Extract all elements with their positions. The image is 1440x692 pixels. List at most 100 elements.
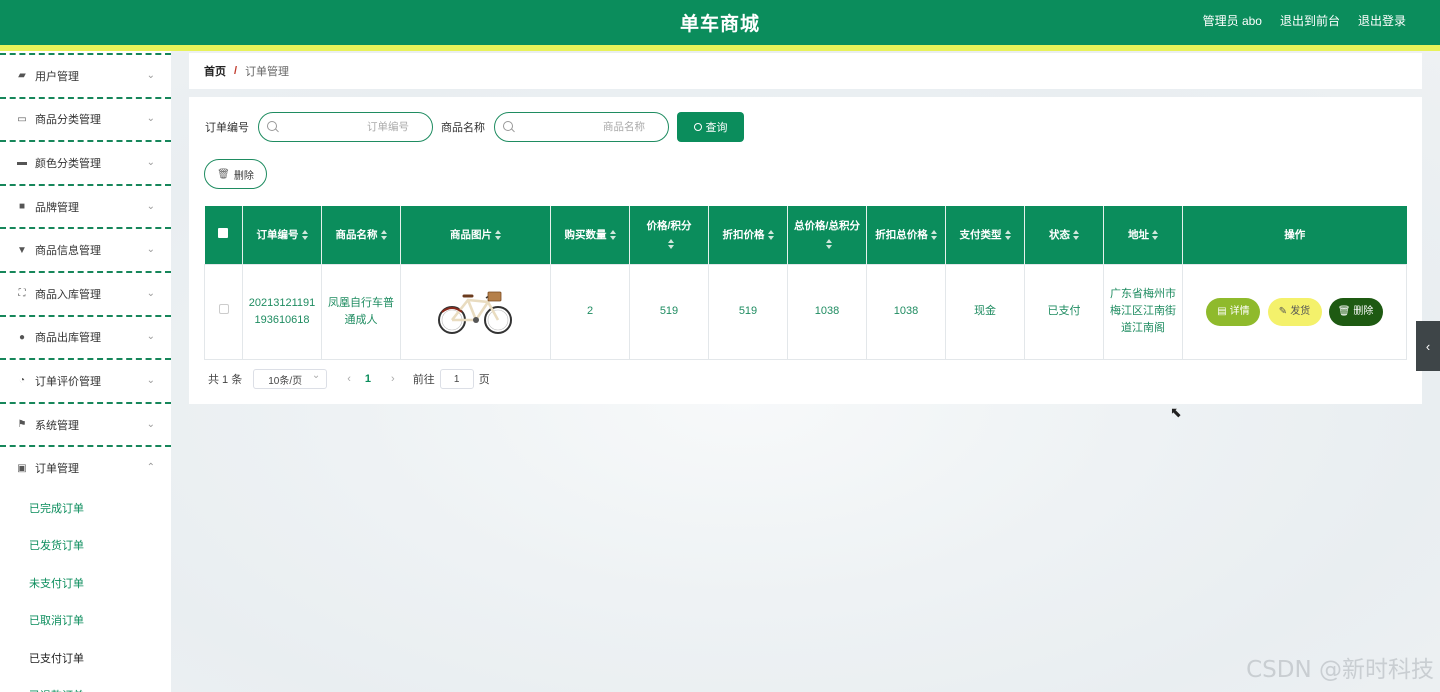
logout-link[interactable]: 退出登录	[1358, 12, 1406, 29]
row-checkbox[interactable]	[218, 304, 229, 314]
breadcrumb-current: 订单管理	[245, 66, 290, 78]
row-delete-button[interactable]: 🗑 删除	[1328, 297, 1383, 326]
next-page-icon[interactable]: ›	[391, 373, 395, 385]
sort-icon[interactable]	[495, 229, 501, 240]
col-discount-total[interactable]: 折扣总价格	[866, 206, 946, 264]
product-name-input[interactable]	[495, 121, 668, 133]
col-pay-type[interactable]: 支付类型	[945, 206, 1025, 264]
sidebar-item-product-info[interactable]: ▼ 商品信息管理 ⌄	[0, 227, 171, 271]
col-address[interactable]: 地址	[1103, 206, 1183, 264]
mouse-cursor-icon: ⬉	[1170, 404, 1182, 420]
sort-icon[interactable]	[609, 229, 616, 240]
sidebar-item-label: 商品分类管理	[35, 114, 101, 127]
sort-icon[interactable]	[930, 229, 937, 240]
edit-icon: ✎	[1278, 306, 1288, 317]
trash-icon: 🗑	[217, 168, 230, 180]
sidebar-item-label: 订单管理	[35, 463, 79, 476]
query-button[interactable]: 查询	[677, 112, 744, 142]
batch-delete-label: 删除	[233, 170, 254, 182]
admin-user-label: 管理员 abo	[1202, 14, 1262, 28]
chevron-up-icon: ⌃	[146, 462, 155, 474]
cell-quantity: 2	[550, 263, 630, 360]
pushpin-icon: ▼	[17, 244, 27, 256]
sort-icon[interactable]	[380, 229, 387, 240]
search-icon	[267, 121, 277, 131]
fullscreen-icon: ⛶	[18, 288, 26, 300]
sidebar-item-users[interactable]: ▰ 用户管理 ⌄	[0, 53, 171, 97]
batch-delete-button[interactable]: 🗑 删除	[204, 159, 267, 189]
sidebar-item-stock-out[interactable]: ● 商品出库管理 ⌄	[0, 314, 171, 359]
chevron-left-icon: ‹	[1425, 338, 1431, 354]
col-discount-price[interactable]: 折扣价格	[708, 206, 788, 264]
total-count: 共 1 条	[208, 374, 243, 386]
page-size-select[interactable]: 10条/页	[253, 369, 328, 389]
cell-actions: ▤ 详情 ✎ 发货 🗑 删除	[1182, 263, 1407, 360]
col-order-no[interactable]: 订单编号	[242, 206, 322, 264]
sidebar-sub-completed[interactable]: 已完成订单	[0, 489, 171, 527]
sidebar-item-label: 系统管理	[35, 419, 79, 432]
col-quantity[interactable]: 购买数量	[550, 206, 630, 264]
sidebar-sub-refunded[interactable]: 已退款订单	[0, 676, 171, 692]
detail-button[interactable]: ▤ 详情	[1206, 297, 1261, 326]
cell-product-image	[400, 263, 551, 360]
goto-page-input[interactable]: 1	[439, 369, 474, 389]
sidebar-item-system[interactable]: ⚑ 系统管理 ⌄	[0, 401, 171, 446]
sidebar-item-label: 商品信息管理	[35, 245, 101, 258]
col-product-image[interactable]: 商品图片	[400, 206, 551, 264]
cell-total: 1038	[787, 263, 867, 360]
sidebar-item-label: 订单评价管理	[35, 375, 101, 388]
select-all-checkbox[interactable]	[218, 227, 229, 238]
sort-icon[interactable]	[825, 238, 832, 249]
sort-icon[interactable]	[301, 229, 308, 240]
order-no-input[interactable]	[259, 121, 432, 133]
table-header-row: 订单编号 商品名称 商品图片 购买数量 价格/积分 折扣价格 总价格/总积分 折…	[204, 206, 1407, 264]
sidebar-item-color[interactable]: ▬ 颜色分类管理 ⌄	[0, 140, 171, 184]
sidebar-item-label: 颜色分类管理	[35, 157, 101, 170]
cell-discount-price: 519	[708, 263, 788, 360]
cell-product-name: 凤凰自行车普通成人	[321, 263, 401, 360]
ship-button[interactable]: ✎ 发货	[1267, 297, 1322, 326]
chevron-down-icon: ⌄	[146, 331, 155, 343]
col-total[interactable]: 总价格/总积分	[787, 206, 867, 264]
col-price[interactable]: 价格/积分	[629, 206, 709, 264]
col-status[interactable]: 状态	[1024, 206, 1104, 264]
page-unit-label: 页	[478, 374, 490, 386]
breadcrumb-home[interactable]: 首页	[204, 63, 226, 79]
sidebar-item-brand[interactable]: ■ 品牌管理 ⌄	[0, 183, 171, 228]
sidebar-sub-cancelled[interactable]: 已取消订单	[0, 601, 171, 639]
sidebar-item-stock-in[interactable]: ⛶ 商品入库管理 ⌄	[0, 270, 171, 315]
sidebar-sub-paid[interactable]: 已支付订单	[0, 639, 171, 677]
col-product-name[interactable]: 商品名称	[321, 206, 401, 264]
product-name-label: 商品名称	[441, 122, 485, 134]
document-icon: ▤	[1217, 306, 1227, 317]
col-actions: 操作	[1182, 206, 1407, 264]
query-button-label: 查询	[705, 122, 728, 134]
search-row: 订单编号 商品名称 查询	[205, 112, 744, 142]
prev-page-icon[interactable]: ‹	[347, 373, 351, 385]
sidebar-item-category[interactable]: ▭ 商品分类管理 ⌄	[0, 96, 171, 141]
chart-icon: ▣	[17, 462, 27, 474]
sort-icon[interactable]	[1004, 229, 1011, 240]
pagination: 共 1 条 10条/页 ‹ 1 › 前往 1 页	[208, 369, 490, 389]
sidebar-sub-unpaid[interactable]: 未支付订单	[0, 564, 171, 602]
sidebar-item-label: 商品出库管理	[35, 332, 101, 345]
collapse-panel-button[interactable]: ‹	[1416, 321, 1440, 371]
chevron-down-icon: ⌄	[146, 418, 155, 430]
sidebar-item-order-review[interactable]: ◔ 订单评价管理 ⌄	[0, 358, 171, 402]
header-links: 管理员 abo 退出到前台 退出登录	[1203, 12, 1406, 29]
sort-icon[interactable]	[1152, 229, 1158, 240]
sort-icon[interactable]	[667, 238, 674, 249]
sort-icon[interactable]	[767, 229, 774, 240]
exit-to-front-link[interactable]: 退出到前台	[1280, 12, 1340, 29]
sort-icon[interactable]	[1073, 229, 1079, 240]
sidebar-item-label: 用户管理	[35, 70, 79, 83]
cell-discount-total: 1038	[866, 263, 946, 360]
search-icon	[693, 123, 702, 131]
sidebar-item-orders[interactable]: ▣ 订单管理 ⌃	[0, 445, 171, 489]
current-page[interactable]: 1	[365, 373, 371, 385]
sidebar-sub-shipped[interactable]: 已发货订单	[0, 526, 171, 564]
order-no-label: 订单编号	[205, 122, 249, 134]
ticket-icon: ▰	[18, 70, 26, 82]
bicycle-image	[437, 291, 512, 334]
flag-icon: ⚑	[17, 419, 27, 431]
